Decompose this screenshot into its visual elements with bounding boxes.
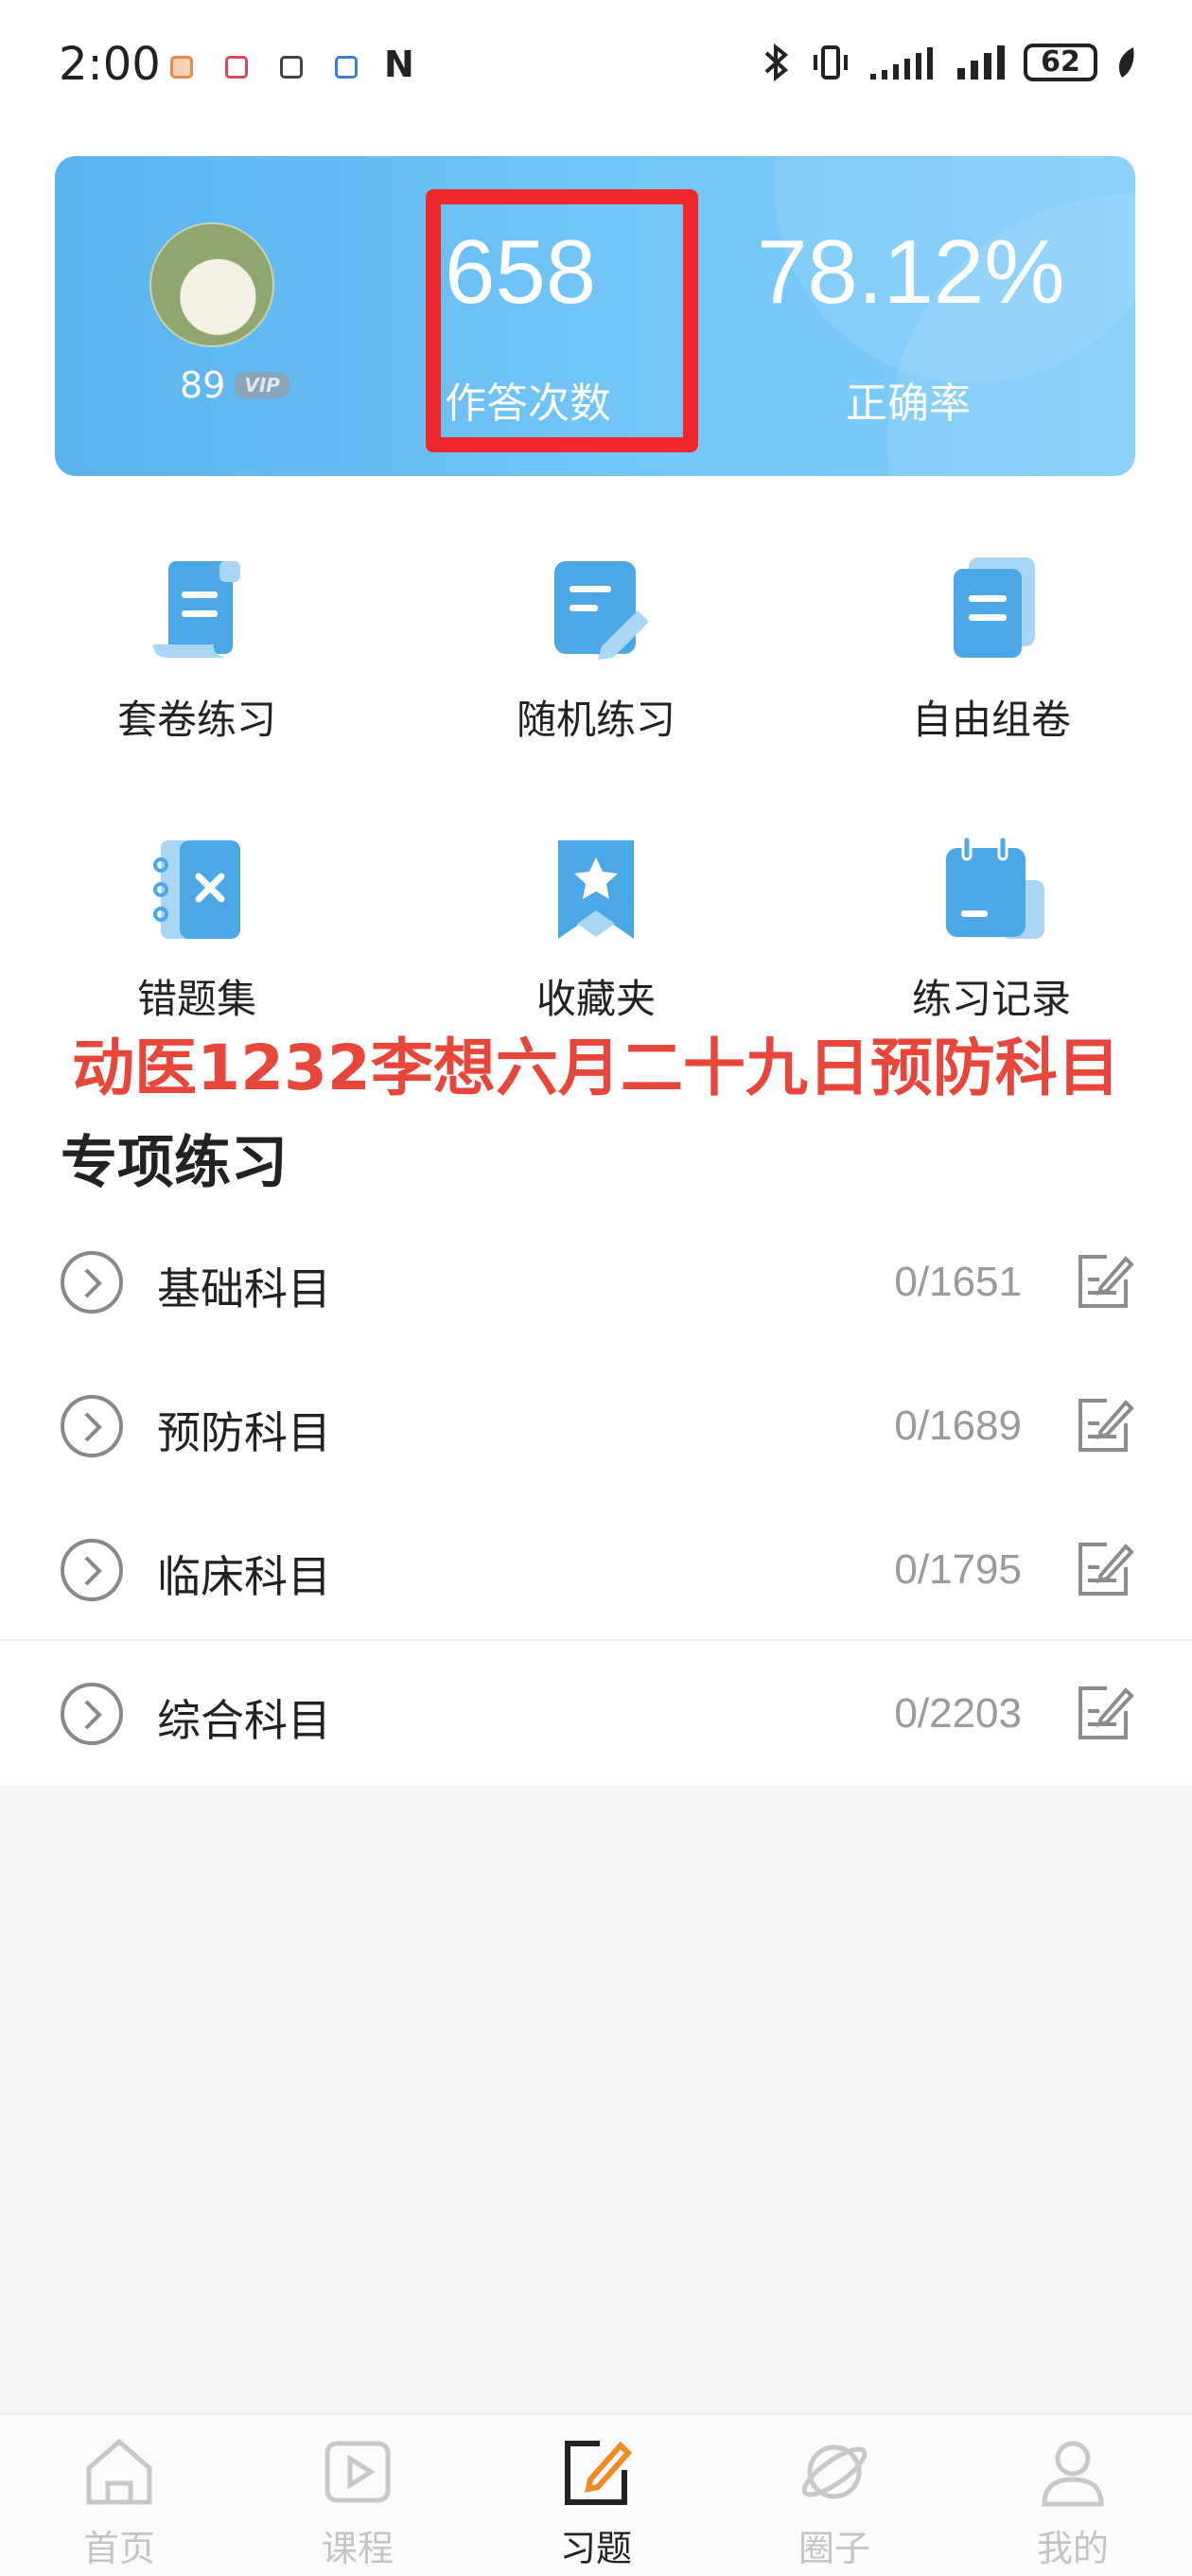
- subject-row-comprehensive[interactable]: 综合科目 0/2203: [0, 1641, 1192, 1785]
- signal-icon: [870, 47, 933, 79]
- subject-label: 预防科目: [157, 1407, 331, 1458]
- chevron-right-icon: [61, 1251, 123, 1314]
- feature-label: 自由组卷: [911, 697, 1071, 743]
- feature-label: 随机练习: [516, 697, 675, 743]
- edit-icon[interactable]: [1073, 1395, 1134, 1456]
- tiktok-notification-icon: [280, 56, 303, 79]
- subject-progress: 0/1651: [894, 1259, 1022, 1305]
- nav-community[interactable]: 圈子: [759, 2434, 910, 2571]
- leaf-icon: [1118, 47, 1134, 78]
- subject-progress: 0/1795: [894, 1546, 1022, 1593]
- feature-favorites[interactable]: 收藏夹: [426, 833, 766, 1025]
- accuracy-label: 正确率: [846, 379, 971, 428]
- user-icon: [1035, 2434, 1111, 2510]
- bluetooth-icon: [764, 43, 789, 82]
- chevron-right-icon: [61, 1395, 123, 1457]
- edit-icon[interactable]: [1073, 1683, 1134, 1743]
- feature-label: 练习记录: [911, 976, 1071, 1022]
- subject-row-prevention[interactable]: 预防科目 0/1689: [0, 1353, 1192, 1497]
- highlight-annotation-box: [426, 189, 698, 452]
- subject-progress: 0/2203: [894, 1690, 1022, 1737]
- subject-row-basic[interactable]: 基础科目 0/1651: [0, 1209, 1192, 1353]
- edit-icon[interactable]: [1073, 1539, 1134, 1599]
- nav-label: 圈子: [798, 2528, 870, 2569]
- app-notification-icon: [335, 56, 358, 79]
- nfc-icon: N: [384, 44, 414, 85]
- nav-profile[interactable]: 我的: [997, 2434, 1148, 2571]
- notepad-icon: [935, 833, 1048, 946]
- scroll-icon: [140, 554, 254, 667]
- nav-label: 首页: [82, 2528, 155, 2569]
- nav-courses[interactable]: 课程: [282, 2434, 433, 2571]
- play-icon: [320, 2434, 395, 2510]
- subject-progress: 0/1689: [894, 1403, 1022, 1449]
- feature-label: 收藏夹: [535, 976, 656, 1022]
- battery-indicator: 62: [1024, 44, 1097, 81]
- stats-banner: 89 VIP 658 作答次数 78.12% 正确率: [55, 156, 1135, 476]
- notification-icons: N: [170, 44, 414, 85]
- status-bar: 2:00 N 62: [0, 0, 1192, 142]
- feature-paper-practice[interactable]: 套卷练习: [26, 554, 367, 746]
- vip-badge: VIP: [235, 372, 289, 398]
- vibrate-icon: [814, 45, 848, 79]
- status-time: 2:00: [59, 38, 161, 91]
- stacked-docs-icon: [935, 554, 1048, 667]
- signal-icon: [957, 45, 1005, 79]
- avatar[interactable]: [149, 222, 274, 347]
- bottom-navigation: 首页 课程 习题 圈子 我的: [0, 2413, 1192, 2576]
- feature-custom-paper[interactable]: 自由组卷: [821, 554, 1162, 746]
- app-notification-icon: [170, 56, 193, 79]
- system-icons: 62: [761, 42, 1137, 83]
- subject-label: 基础科目: [157, 1263, 331, 1314]
- edit-icon[interactable]: [1073, 1251, 1134, 1312]
- nav-label: 我的: [1036, 2528, 1109, 2569]
- subject-label: 临床科目: [157, 1551, 331, 1602]
- accuracy-value[interactable]: 78.12%: [757, 227, 1065, 318]
- chevron-right-icon: [61, 1539, 123, 1601]
- nav-exercises[interactable]: 习题: [520, 2434, 672, 2571]
- edit-note-icon: [539, 554, 653, 667]
- chevron-right-icon: [61, 1683, 123, 1745]
- edit-icon: [558, 2434, 634, 2510]
- nav-label: 课程: [321, 2528, 394, 2569]
- subject-label: 综合科目: [157, 1695, 331, 1746]
- feature-label: 套卷练习: [116, 697, 276, 743]
- section-title: 专项练习: [61, 1130, 288, 1196]
- app-notification-icon: [225, 56, 248, 79]
- level-number: 89: [180, 364, 226, 406]
- nav-label: 习题: [559, 2528, 632, 2569]
- wrong-notebook-icon: [140, 833, 254, 946]
- feature-wrong-questions[interactable]: 错题集: [26, 833, 367, 1025]
- subject-row-clinical[interactable]: 临床科目 0/1795: [0, 1497, 1192, 1641]
- feature-random-practice[interactable]: 随机练习: [426, 554, 766, 746]
- user-level: 89 VIP: [180, 364, 289, 406]
- bookmark-star-icon: [539, 833, 653, 946]
- watermark-overlay-text: 动医1232李想六月二十九日预防科目: [72, 1032, 1120, 1104]
- feature-practice-record[interactable]: 练习记录: [821, 833, 1162, 1025]
- feature-label: 错题集: [136, 976, 256, 1022]
- nav-home[interactable]: 首页: [44, 2434, 195, 2571]
- home-icon: [81, 2434, 157, 2510]
- planet-icon: [797, 2434, 872, 2510]
